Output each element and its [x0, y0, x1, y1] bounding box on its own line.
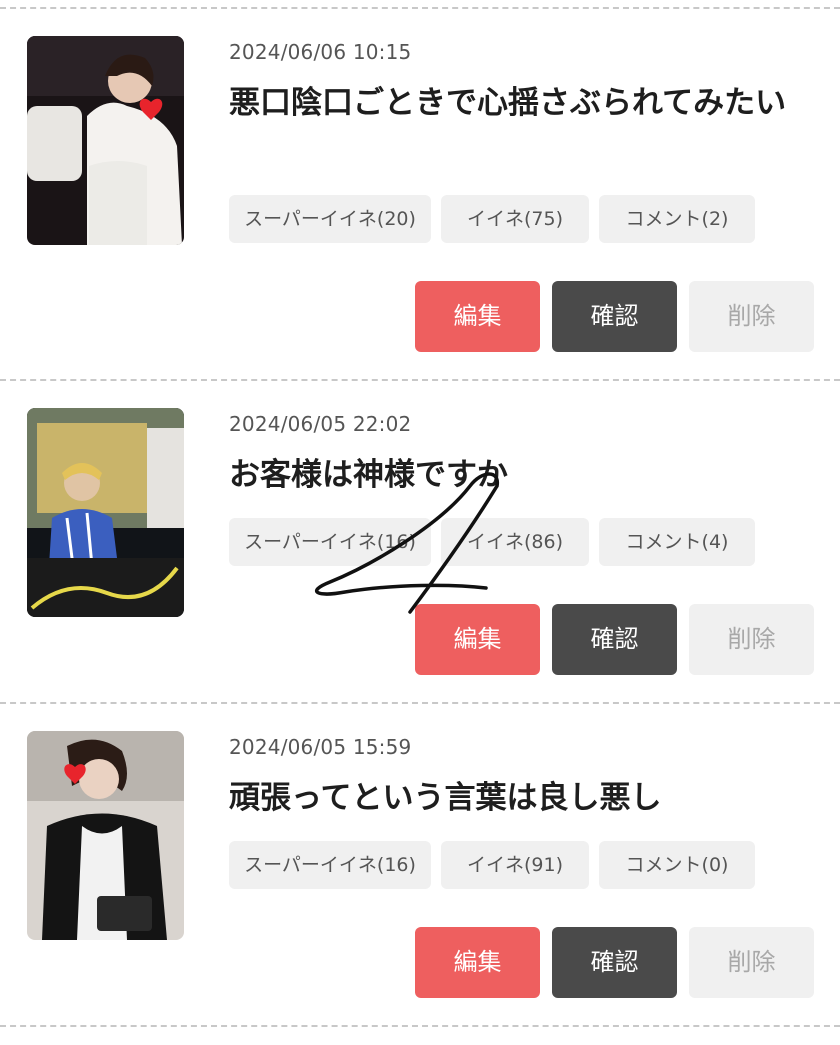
post-thumbnail[interactable]: [27, 731, 184, 940]
edit-button[interactable]: 編集: [415, 927, 540, 998]
super-like-count[interactable]: スーパーイイネ(16): [229, 518, 431, 566]
reaction-tags: スーパーイイネ(16) イイネ(86) コメント(4): [229, 518, 755, 566]
post-title[interactable]: お客様は神様ですか: [229, 450, 819, 500]
edit-button[interactable]: 編集: [415, 604, 540, 675]
confirm-button[interactable]: 確認: [552, 927, 677, 998]
post-item: 2024/06/05 15:59 頑張ってという言葉は良し悪し スーパーイイネ(…: [0, 0, 840, 998]
super-like-count[interactable]: スーパーイイネ(16): [229, 841, 431, 889]
post-thumbnail[interactable]: [27, 408, 184, 617]
divider: [0, 379, 840, 381]
delete-button[interactable]: 削除: [689, 927, 814, 998]
post-actions: 編集 確認 削除: [415, 927, 814, 998]
comment-count[interactable]: コメント(0): [599, 841, 755, 889]
post-actions: 編集 確認 削除: [415, 604, 814, 675]
reaction-tags: スーパーイイネ(16) イイネ(91) コメント(0): [229, 841, 755, 889]
divider: [0, 702, 840, 704]
confirm-button[interactable]: 確認: [552, 604, 677, 675]
comment-count[interactable]: コメント(4): [599, 518, 755, 566]
post-title[interactable]: 頑張ってという言葉は良し悪し: [229, 773, 819, 823]
post-date: 2024/06/05 22:02: [229, 412, 412, 436]
delete-button[interactable]: 削除: [689, 604, 814, 675]
post-date: 2024/06/05 15:59: [229, 735, 412, 759]
like-count[interactable]: イイネ(86): [441, 518, 589, 566]
like-count[interactable]: イイネ(91): [441, 841, 589, 889]
divider: [0, 1025, 840, 1027]
